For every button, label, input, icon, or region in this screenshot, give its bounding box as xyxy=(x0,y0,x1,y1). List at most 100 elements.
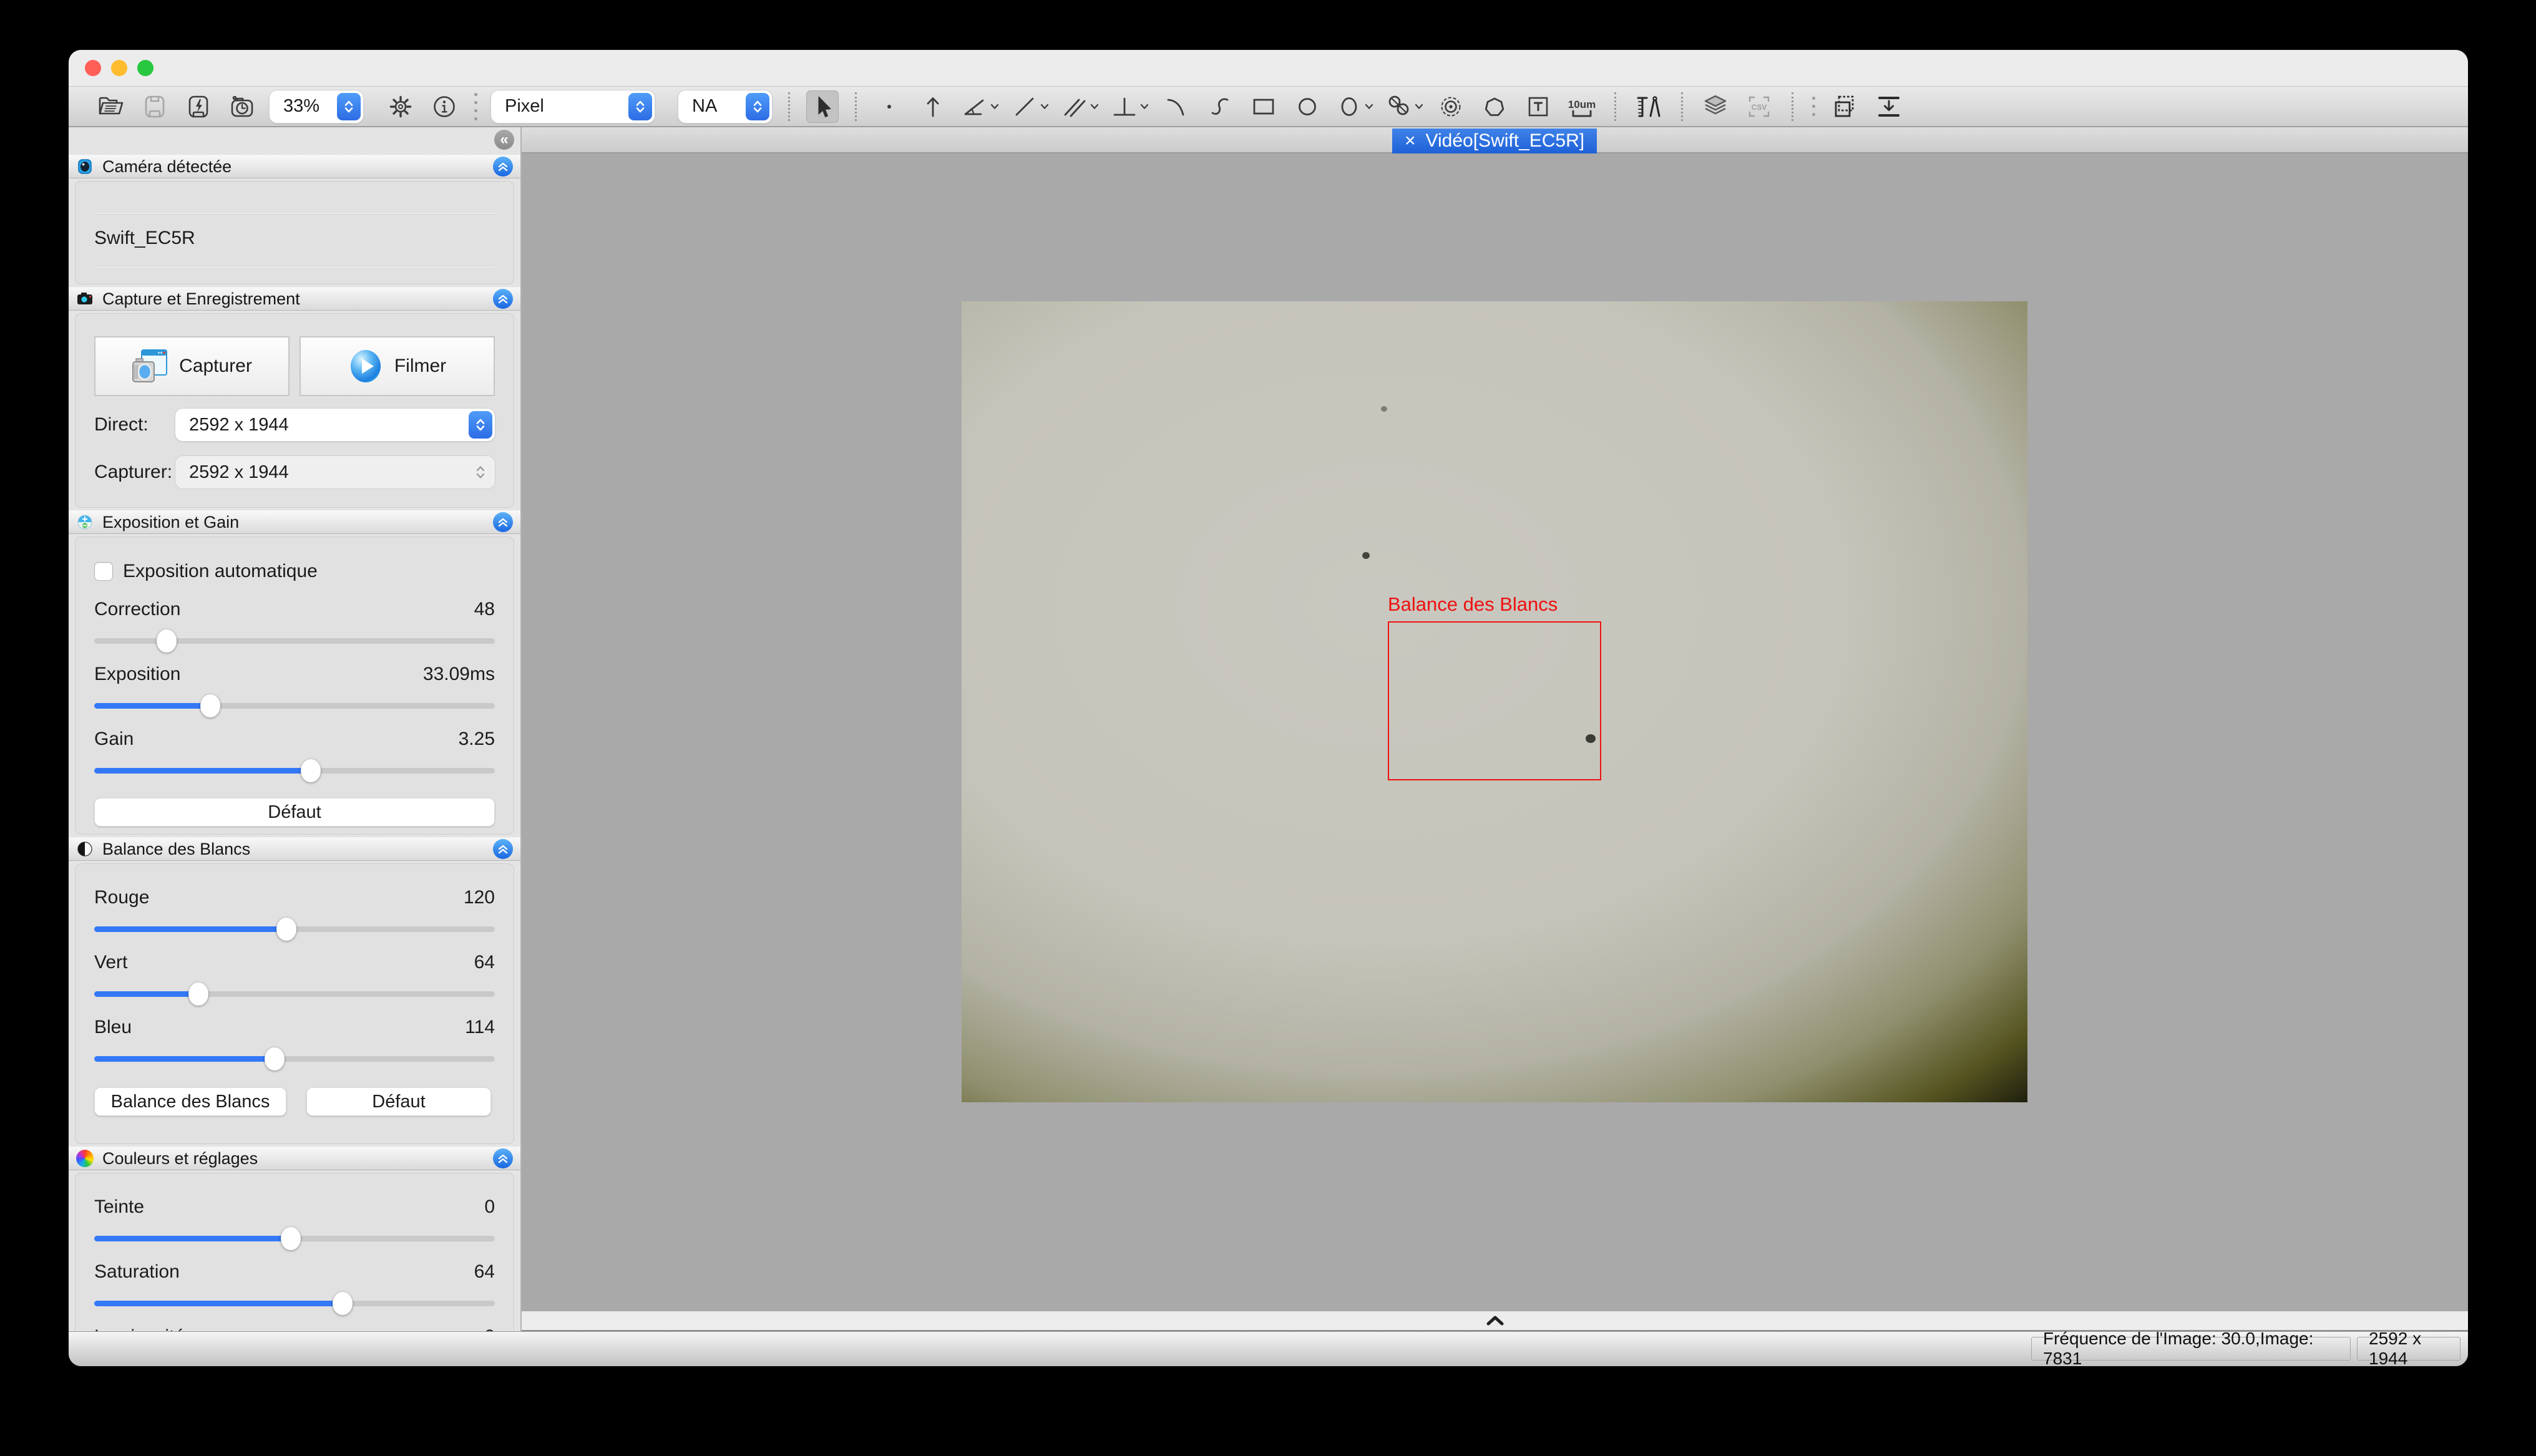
rectangle-icon xyxy=(1249,92,1278,121)
slider-knob[interactable] xyxy=(276,918,296,941)
correction-slider[interactable] xyxy=(94,629,495,652)
collapse-panel-button[interactable] xyxy=(493,157,513,177)
toolbar-drag-handle[interactable] xyxy=(1812,97,1815,116)
minimize-window-button[interactable] xyxy=(111,60,127,76)
panel-title: Couleurs et réglages xyxy=(102,1149,258,1168)
auto-exposure-label: Exposition automatique xyxy=(123,561,318,582)
point-tool-button[interactable] xyxy=(873,90,905,123)
line-icon xyxy=(1010,92,1039,121)
concentric-circles-icon xyxy=(1436,92,1465,121)
slider-fill xyxy=(94,1236,291,1241)
record-button[interactable]: Filmer xyxy=(300,336,495,396)
unit-select[interactable]: Pixel xyxy=(491,90,655,123)
slider-knob[interactable] xyxy=(265,1047,285,1070)
arrow-tool-button[interactable] xyxy=(917,90,949,123)
polygon-tool-button[interactable] xyxy=(1478,90,1511,123)
camera-name[interactable]: Swift_EC5R xyxy=(94,214,495,249)
chevron-down-icon xyxy=(1040,104,1049,110)
collapse-panel-button[interactable] xyxy=(493,289,513,309)
green-value: 64 xyxy=(474,952,495,973)
slider-knob[interactable] xyxy=(281,1227,301,1250)
gain-slider[interactable] xyxy=(94,759,495,782)
panel-header-exposure[interactable]: Exposition et Gain xyxy=(69,510,520,534)
collapse-panel-button[interactable] xyxy=(493,1148,513,1168)
collapse-sidebar-button[interactable]: « xyxy=(494,130,514,150)
panel-header-capture[interactable]: Capture et Enregistrement xyxy=(69,287,520,311)
exposure-label: Exposition xyxy=(94,664,180,685)
info-button[interactable] xyxy=(428,90,461,123)
parallel-lines-tool-button[interactable] xyxy=(1060,92,1099,121)
open-file-button[interactable] xyxy=(95,90,127,123)
red-slider[interactable] xyxy=(94,918,495,940)
live-video-frame[interactable]: Balance des Blancs xyxy=(962,301,2027,1102)
exposure-default-button[interactable]: Défaut xyxy=(94,798,495,827)
close-tab-icon[interactable]: × xyxy=(1405,130,1416,152)
svg-text:10um: 10um xyxy=(1568,99,1596,110)
slider-knob[interactable] xyxy=(188,983,208,1006)
exposure-slider[interactable] xyxy=(94,694,495,717)
capture-record-icon xyxy=(76,290,94,308)
ellipse-tool-button[interactable] xyxy=(1335,92,1373,121)
slider-knob[interactable] xyxy=(200,694,220,717)
saturation-slider[interactable] xyxy=(94,1292,495,1314)
dust-speck xyxy=(1381,406,1387,412)
panel-header-colors[interactable]: Couleurs et réglages xyxy=(69,1147,520,1170)
linked-circles-tool-button[interactable] xyxy=(1385,92,1423,121)
concentric-circles-tool-button[interactable] xyxy=(1435,90,1467,123)
close-window-button[interactable] xyxy=(85,60,101,76)
layers-button[interactable] xyxy=(1699,90,1732,123)
line-tool-button[interactable] xyxy=(1010,92,1049,121)
green-slider[interactable] xyxy=(94,983,495,1005)
snapshot-timer-button[interactable] xyxy=(226,90,258,123)
perpendicular-tool-button[interactable] xyxy=(1110,92,1149,121)
angle-tool-button[interactable] xyxy=(960,92,999,121)
save-icon xyxy=(140,92,169,121)
measure-tools-button[interactable] xyxy=(1632,90,1665,123)
blue-slider[interactable] xyxy=(94,1047,495,1070)
capture-button[interactable]: Capturer xyxy=(94,336,290,396)
slider-fill xyxy=(94,926,286,932)
white-balance-roi[interactable] xyxy=(1388,621,1601,780)
panel-header-white-balance[interactable]: Balance des Blancs xyxy=(69,837,520,861)
white-balance-panel-body: Rouge 120 Vert 64 Bleu xyxy=(75,863,514,1144)
export-button[interactable] xyxy=(1873,90,1905,123)
slider-knob[interactable] xyxy=(333,1292,353,1315)
tab-video[interactable]: × Vidéo[Swift_EC5R] xyxy=(1392,129,1597,153)
curve-tool-button[interactable] xyxy=(1204,90,1236,123)
record-play-icon xyxy=(348,349,383,384)
quick-save-button[interactable] xyxy=(182,90,215,123)
scale-bar-tool-button[interactable]: 10um xyxy=(1566,90,1598,123)
content-area: « Caméra détectée Swift_EC5R xyxy=(69,127,2468,1331)
correction-label: Correction xyxy=(94,599,180,620)
export-csv-button[interactable]: CSV xyxy=(1743,90,1775,123)
toolbar-drag-handle[interactable] xyxy=(474,93,477,120)
na-select[interactable]: NA xyxy=(678,90,772,123)
panel-header-camera[interactable]: Caméra détectée xyxy=(69,155,520,178)
camera-detected-icon xyxy=(76,158,94,175)
chevron-down-icon xyxy=(1140,104,1149,110)
circle-tool-button[interactable] xyxy=(1291,90,1324,123)
text-tool-button[interactable] xyxy=(1522,90,1554,123)
white-balance-apply-button[interactable]: Balance des Blancs xyxy=(94,1087,286,1116)
auto-exposure-checkbox[interactable] xyxy=(94,562,113,581)
direct-resolution-select[interactable]: 2592 x 1944 xyxy=(175,409,495,441)
slider-knob[interactable] xyxy=(157,629,177,653)
capture-resolution-select[interactable]: 2592 x 1944 xyxy=(175,456,495,488)
red-row: Rouge 120 xyxy=(94,886,495,909)
auto-exposure-row: Exposition automatique xyxy=(94,537,495,582)
slider-knob[interactable] xyxy=(301,759,321,782)
collapse-panel-button[interactable] xyxy=(493,839,513,859)
duplicate-button[interactable] xyxy=(1829,90,1861,123)
collapse-panel-button[interactable] xyxy=(493,512,513,532)
cursor-tool-button[interactable] xyxy=(806,90,839,123)
white-balance-roi-label: Balance des Blancs xyxy=(1388,593,1558,616)
zoom-window-button[interactable] xyxy=(137,60,154,76)
save-button[interactable] xyxy=(139,90,171,123)
arc-tool-button[interactable] xyxy=(1160,90,1192,123)
zoom-level-select[interactable]: 33% xyxy=(270,90,363,123)
white-balance-default-button[interactable]: Défaut xyxy=(306,1087,491,1116)
settings-button[interactable] xyxy=(384,90,417,123)
correction-value: 48 xyxy=(474,599,495,620)
hue-slider[interactable] xyxy=(94,1227,495,1250)
rectangle-tool-button[interactable] xyxy=(1247,90,1280,123)
